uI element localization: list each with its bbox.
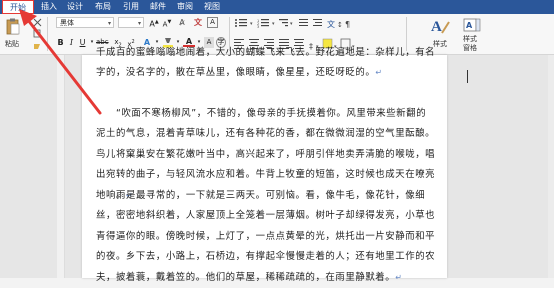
annotation-arrow	[19, 9, 102, 115]
